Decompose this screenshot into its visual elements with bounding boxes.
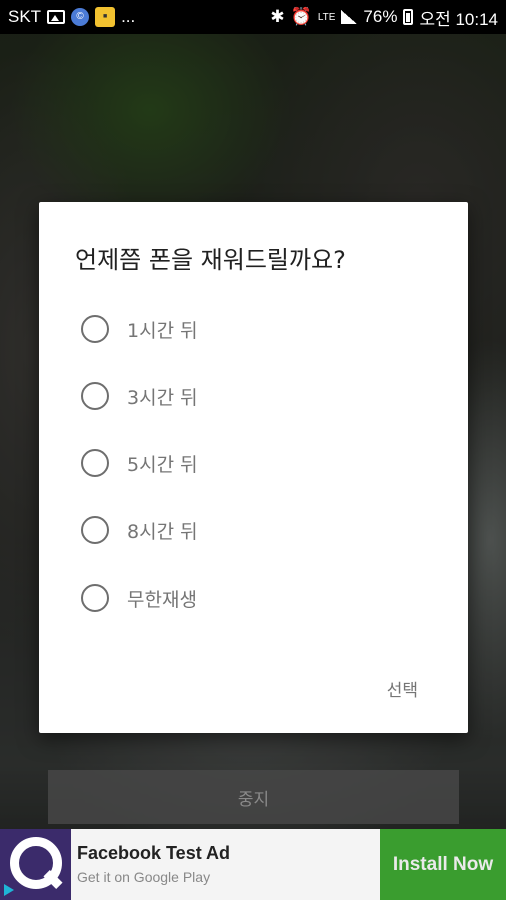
radio-button[interactable] <box>81 382 109 410</box>
dialog-title: 언제쯤 폰을 재워드릴까요? <box>75 246 346 274</box>
status-bar-left: SKT © ■ ... <box>8 7 135 27</box>
battery-icon <box>403 9 414 25</box>
google-play-icon <box>4 884 14 896</box>
ad-install-button[interactable]: Install Now <box>380 829 506 900</box>
select-button[interactable]: 선택 <box>387 676 418 701</box>
app-notification-icon: © <box>71 8 90 26</box>
ad-subtitle: Get it on Google Play <box>77 869 211 885</box>
option-8-hours[interactable]: 8시간 뒤 <box>81 510 421 550</box>
radio-button[interactable] <box>81 584 109 612</box>
option-infinite[interactable]: 무한재생 <box>81 578 421 618</box>
yellow-app-notification-icon: ■ <box>95 7 116 27</box>
bluetooth-icon: ✱ <box>270 7 285 26</box>
option-3-hours[interactable]: 3시간 뒤 <box>81 376 421 416</box>
ad-banner[interactable]: Facebook Test Ad Get it on Google Play I… <box>0 829 506 900</box>
radio-button[interactable] <box>81 315 109 343</box>
status-bar: SKT © ■ ... ✱ ⏰ LTE 76% 오전 10:14 <box>0 0 506 34</box>
option-label: 8시간 뒤 <box>127 520 198 543</box>
option-label: 1시간 뒤 <box>127 319 198 342</box>
clock: 오전 10:14 <box>419 9 498 29</box>
option-label: 5시간 뒤 <box>127 453 198 476</box>
image-notification-icon <box>47 10 66 24</box>
option-5-hours[interactable]: 5시간 뒤 <box>81 443 421 483</box>
stop-button[interactable]: 중지 <box>48 770 459 824</box>
ad-text-block[interactable]: Facebook Test Ad Get it on Google Play <box>71 829 380 900</box>
option-label: 무한재생 <box>127 588 197 611</box>
network-type-label: LTE <box>317 11 336 23</box>
battery-percent: 76% <box>363 7 398 26</box>
alarm-icon: ⏰ <box>290 7 312 26</box>
option-label: 3시간 뒤 <box>127 386 198 409</box>
ad-title: Facebook Test Ad <box>77 843 231 863</box>
signal-icon <box>341 10 358 24</box>
ad-app-logo[interactable] <box>0 829 71 900</box>
sleep-timer-dialog: 언제쯤 폰을 재워드릴까요? 1시간 뒤 3시간 뒤 5시간 뒤 8시간 뒤 무… <box>39 202 468 733</box>
carrier-label: SKT <box>8 7 42 26</box>
radio-button[interactable] <box>81 449 109 477</box>
option-1-hour[interactable]: 1시간 뒤 <box>81 309 421 349</box>
radio-button[interactable] <box>81 516 109 544</box>
more-notifications-label: ... <box>121 7 136 26</box>
status-bar-right: ✱ ⏰ LTE 76% 오전 10:14 <box>270 5 498 30</box>
